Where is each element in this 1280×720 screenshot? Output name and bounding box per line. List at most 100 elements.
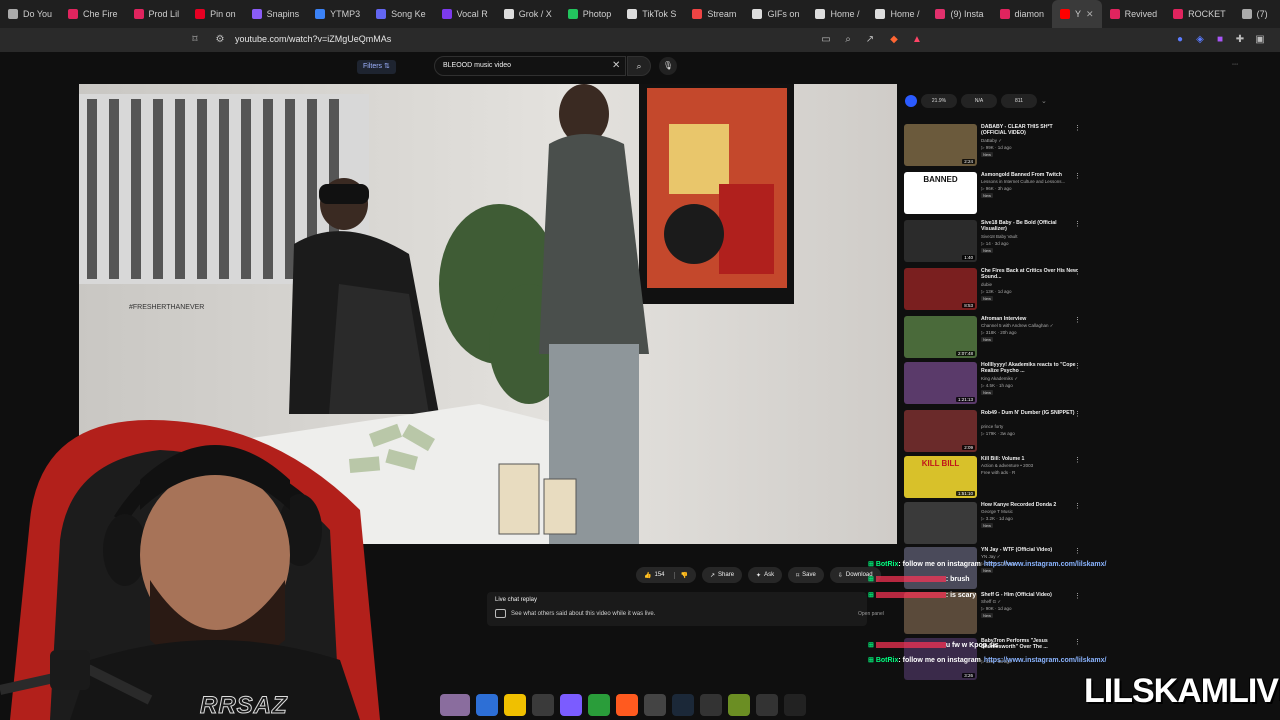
taskbar-app-icon[interactable] xyxy=(700,694,722,716)
recommended-video[interactable]: 2:09 Rob49 - Dum N' Dumber (IG SNIPPET) pr… xyxy=(904,410,1094,456)
browser-tab[interactable]: diamon xyxy=(992,0,1053,28)
more-options-icon[interactable]: ⋮ xyxy=(1074,456,1081,464)
store-icon[interactable] xyxy=(532,694,554,716)
taskbar-app-icon[interactable] xyxy=(784,694,806,716)
browser-tab[interactable]: (9) Insta xyxy=(927,0,991,28)
save-button[interactable]: ⌑ Save xyxy=(788,567,824,583)
browser-tab[interactable]: Che Fire xyxy=(60,0,126,28)
folder-icon[interactable] xyxy=(504,694,526,716)
browser-tab[interactable]: Stream xyxy=(684,0,744,28)
recommended-video[interactable]: 1:21:13 Hollllyyyy! Akademiks reacts to "… xyxy=(904,362,1094,408)
browser-tab[interactable]: TikTok S xyxy=(619,0,684,28)
video-title[interactable]: Asmongold Banned From Twitch xyxy=(981,172,1079,178)
recommended-video[interactable]: 1:40 Sive18 Baby - Be Bold (Official Visu… xyxy=(904,220,1094,266)
video-channel[interactable]: dubie xyxy=(981,282,1081,287)
video-channel[interactable]: Sive18 Baby Vault xyxy=(981,234,1081,239)
browser-tab[interactable]: Home / xyxy=(807,0,867,28)
clear-icon[interactable]: ✕ xyxy=(612,60,620,71)
sidebar-toggle-icon[interactable]: ▣ xyxy=(1254,34,1266,46)
ask-button[interactable]: ✦ Ask xyxy=(748,567,783,583)
search-input[interactable]: BLEOOD music video xyxy=(434,56,626,76)
video-thumbnail[interactable]: KILL BILL 1:51:10 xyxy=(904,456,977,498)
browser-tab[interactable]: Snapins xyxy=(244,0,308,28)
video-thumbnail[interactable]: 2:07:48 xyxy=(904,316,977,358)
video-channel[interactable]: Channel 5 with Andrew Callaghan ✓ xyxy=(981,323,1081,329)
video-title[interactable]: Hollllyyyy! Akademiks reacts to "Cope Re… xyxy=(981,362,1079,375)
zoom-icon[interactable]: ⌕ xyxy=(842,34,854,46)
mic-button[interactable]: 🎙 xyxy=(659,57,677,75)
video-title[interactable]: Rob49 - Dum N' Dumber (IG SNIPPET) xyxy=(981,410,1079,416)
video-thumbnail[interactable]: 1:21:13 xyxy=(904,362,977,404)
extension-badge-icon[interactable] xyxy=(905,95,917,107)
browser-tab[interactable]: Grok / X xyxy=(496,0,560,28)
video-channel[interactable]: King Akademiks ✓ xyxy=(981,376,1081,382)
video-title[interactable]: Che Fires Back at Critics Over His New S… xyxy=(981,268,1079,281)
chat-link[interactable]: https://www.instagram.com/lilskamx/ xyxy=(984,561,1107,568)
browser-tab[interactable]: Song Ke xyxy=(368,0,434,28)
recommended-video[interactable]: 8:53 Che Fires Back at Critics Over His N… xyxy=(904,268,1094,314)
filters-button[interactable]: Filters ⇅ xyxy=(357,60,396,74)
more-options-icon[interactable]: ⋮ xyxy=(1074,172,1081,180)
video-thumbnail[interactable]: 2:09 xyxy=(904,410,977,452)
extension-icon[interactable]: ■ xyxy=(1214,34,1226,46)
more-options-icon[interactable]: ⋮ xyxy=(1074,410,1081,418)
obs-icon[interactable] xyxy=(644,694,666,716)
more-options-icon[interactable]: ⋮ xyxy=(1074,220,1081,228)
browser-tab[interactable]: Revived xyxy=(1102,0,1166,28)
taskbar-app-icon[interactable] xyxy=(588,694,610,716)
steam-icon[interactable] xyxy=(672,694,694,716)
close-tab-icon[interactable]: ✕ xyxy=(1086,9,1094,20)
cast-icon[interactable]: ▭ xyxy=(820,34,832,46)
brave-icon[interactable] xyxy=(616,694,638,716)
video-thumbnail[interactable]: 8:53 xyxy=(904,268,977,310)
browser-tab[interactable]: Vocal R xyxy=(434,0,496,28)
video-channel[interactable]: Lessons in Internet Culture and Lessons.… xyxy=(981,179,1081,184)
brave-rewards-icon[interactable]: ▲ xyxy=(911,34,923,46)
chevron-down-icon[interactable]: ⌄ xyxy=(1041,97,1047,105)
browser-tab[interactable]: Home / xyxy=(867,0,927,28)
browser-tab[interactable]: Y ✕ xyxy=(1052,0,1102,28)
thumbs-down-icon[interactable]: 👎 xyxy=(673,571,688,579)
site-info-icon[interactable]: ⚙ xyxy=(214,34,226,46)
bookmark-icon[interactable]: ⌑ xyxy=(189,34,201,46)
recommended-video[interactable]: 2:24 DABABY - CLEAR THIS SH*T (OFFICIAL V… xyxy=(904,124,1094,170)
video-channel[interactable]: prince forty xyxy=(981,424,1081,429)
chat-link[interactable]: https://www.instagram.com/lilskamx/ xyxy=(984,657,1107,664)
browser-tab[interactable]: Pin on xyxy=(187,0,244,28)
video-title[interactable]: Kill Bill: Volume 1 xyxy=(981,456,1079,462)
extension-icon[interactable]: ◈ xyxy=(1194,34,1206,46)
video-thumbnail[interactable]: 2:24 xyxy=(904,124,977,166)
like-button[interactable]: 👍 154 👎 xyxy=(636,567,696,583)
brave-shield-icon[interactable]: ◆ xyxy=(888,34,900,46)
more-options-icon[interactable]: ⋮ xyxy=(1074,316,1081,324)
extensions-puzzle-icon[interactable]: ✚ xyxy=(1234,34,1246,46)
share-button[interactable]: ↗ Share xyxy=(701,567,743,583)
taskbar-app-icon[interactable] xyxy=(756,694,778,716)
recommended-video[interactable]: 2:07:48 Afroman Interview Channel 5 with A… xyxy=(904,316,1094,362)
recommended-video[interactable]: KILL BILL 1:51:10 Kill Bill: Volume 1 Actio… xyxy=(904,456,1094,502)
browser-tab[interactable]: ROCKET xyxy=(1165,0,1234,28)
video-thumbnail[interactable]: BANNED xyxy=(904,172,977,214)
more-options-icon[interactable]: ⋮ xyxy=(1074,362,1081,370)
url-field[interactable]: youtube.com/watch?v=iZMgUeQmMAs xyxy=(235,34,391,44)
video-title[interactable]: Sive18 Baby - Be Bold (Official Visualiz… xyxy=(981,220,1079,233)
browser-tab[interactable]: GIFs on xyxy=(744,0,807,28)
video-thumbnail[interactable]: 1:40 xyxy=(904,220,977,262)
live-chat-replay[interactable]: Live chat replay See what others said ab… xyxy=(487,592,867,626)
taskbar-app-icon[interactable] xyxy=(440,694,470,716)
browser-tab[interactable]: Prod Lil xyxy=(126,0,188,28)
video-title[interactable]: Afroman Interview xyxy=(981,316,1079,322)
browser-tab[interactable]: YTMP3 xyxy=(307,0,368,28)
video-channel[interactable]: Action & adventure • 2003 xyxy=(981,463,1081,468)
discord-icon[interactable] xyxy=(560,694,582,716)
browser-tab[interactable]: (7) xyxy=(1234,0,1276,28)
share-page-icon[interactable]: ↗ xyxy=(864,34,876,46)
taskbar-app-icon[interactable] xyxy=(728,694,750,716)
more-options-icon[interactable]: ⋮ xyxy=(1074,268,1081,276)
video-channel[interactable]: DaBaby ✓ xyxy=(981,138,1081,144)
taskbar-app-icon[interactable] xyxy=(476,694,498,716)
browser-tab[interactable]: Do You xyxy=(0,0,60,28)
extension-icon[interactable]: ● xyxy=(1174,34,1186,46)
search-button[interactable]: ⌕ xyxy=(627,56,651,76)
browser-tab[interactable]: Photop xyxy=(560,0,620,28)
